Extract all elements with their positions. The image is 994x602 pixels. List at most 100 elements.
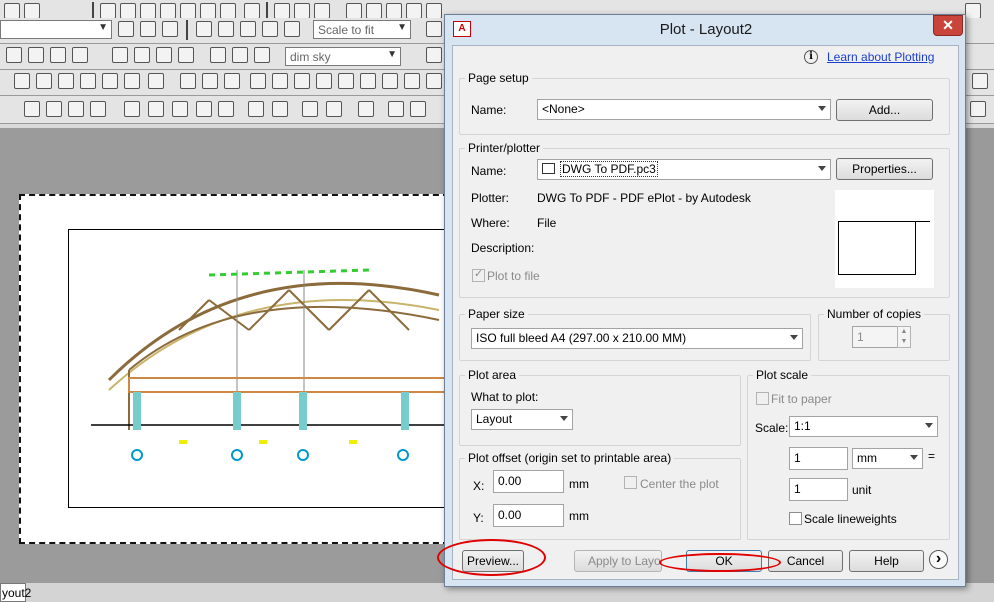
- scale-select[interactable]: 1:1: [789, 416, 938, 437]
- offset-x-input[interactable]: 0.00: [493, 470, 564, 493]
- viewport-poly-icon[interactable]: [240, 21, 256, 37]
- 3d-rotate-icon[interactable]: [302, 101, 318, 117]
- open-icon[interactable]: [120, 3, 136, 19]
- visual-style-combo[interactable]: dim sky ▼: [285, 47, 401, 66]
- 3d-mirror-icon[interactable]: [326, 101, 342, 117]
- dim-update-icon[interactable]: [254, 47, 270, 63]
- jogged-icon[interactable]: [178, 47, 194, 63]
- viewport-frame[interactable]: [68, 229, 448, 508]
- leader-icon[interactable]: [202, 73, 218, 89]
- undo-icon[interactable]: [4, 3, 20, 19]
- add-button[interactable]: Add...: [836, 99, 933, 121]
- apply-to-layout-button[interactable]: Apply to Layout: [574, 550, 662, 572]
- table-icon[interactable]: [272, 73, 288, 89]
- torus-icon[interactable]: [124, 73, 140, 89]
- layer-previous-icon[interactable]: [118, 21, 134, 37]
- plot-to-file-checkbox[interactable]: [472, 267, 485, 282]
- 3d-array-icon[interactable]: [358, 101, 374, 117]
- hatch-icon[interactable]: [388, 101, 404, 117]
- copies-spinner[interactable]: ▲ ▼: [897, 326, 911, 348]
- inspect-icon[interactable]: [156, 47, 172, 63]
- layer-combo[interactable]: ▼: [0, 20, 112, 39]
- plot-icon[interactable]: [346, 3, 362, 19]
- formula-icon[interactable]: [426, 73, 442, 89]
- what-to-plot-select[interactable]: Layout: [471, 409, 573, 430]
- center-plot-checkbox[interactable]: [624, 476, 637, 489]
- publish-icon[interactable]: [386, 3, 402, 19]
- section-icon[interactable]: [218, 101, 234, 117]
- revolve-icon[interactable]: [68, 101, 84, 117]
- help-icon[interactable]: [244, 3, 260, 19]
- 3d-dwf-icon[interactable]: [406, 3, 422, 19]
- cut-icon[interactable]: [426, 3, 442, 19]
- offset-y-input[interactable]: 0.00: [493, 504, 564, 527]
- plot-preview-icon[interactable]: [366, 3, 382, 19]
- viewport-clip-icon[interactable]: [284, 21, 300, 37]
- scale-value1-input[interactable]: 1: [789, 447, 848, 470]
- cylinder-icon[interactable]: [58, 73, 74, 89]
- gradient-icon[interactable]: [410, 101, 426, 117]
- sphere-icon[interactable]: [102, 73, 118, 89]
- solid-3d-icon[interactable]: [24, 101, 40, 117]
- dimension-linear-icon[interactable]: [6, 47, 22, 63]
- toolbar-icon[interactable]: [426, 21, 442, 37]
- toolbar-end-icon[interactable]: [970, 101, 986, 117]
- dimension-icon[interactable]: [180, 73, 196, 89]
- toolbar-icon[interactable]: [426, 47, 442, 63]
- new-icon[interactable]: [100, 3, 116, 19]
- block-icon[interactable]: [294, 73, 310, 89]
- print-icon[interactable]: [160, 3, 176, 19]
- layer-match-icon[interactable]: [162, 21, 178, 37]
- multileader-icon[interactable]: [224, 73, 240, 89]
- learn-about-plotting-link[interactable]: Learn about Plotting: [827, 50, 934, 64]
- toolbar-end-icon[interactable]: [965, 3, 981, 19]
- toolbar-end-icon[interactable]: [972, 73, 988, 89]
- paper-size-select[interactable]: ISO full bleed A4 (297.00 x 210.00 MM): [471, 328, 803, 349]
- subtract-icon[interactable]: [148, 101, 164, 117]
- qsave-icon[interactable]: [314, 3, 330, 19]
- dimension-ordinate-icon[interactable]: [72, 47, 88, 63]
- tolerance-icon[interactable]: [112, 47, 128, 63]
- dimension-aligned-icon[interactable]: [28, 47, 44, 63]
- dim-text-edit-icon[interactable]: [232, 47, 248, 63]
- dim-edit-icon[interactable]: [210, 47, 226, 63]
- field-icon[interactable]: [250, 73, 266, 89]
- attribute-icon[interactable]: [316, 73, 332, 89]
- scale-lineweights-checkbox[interactable]: [789, 512, 802, 525]
- image-icon[interactable]: [382, 73, 398, 89]
- scale-value2-input[interactable]: 1: [789, 478, 848, 501]
- layer-isolate-icon[interactable]: [140, 21, 156, 37]
- fit-to-paper-checkbox[interactable]: [756, 392, 769, 405]
- sweep-icon[interactable]: [90, 101, 106, 117]
- union-icon[interactable]: [124, 101, 140, 117]
- redo-icon[interactable]: [24, 3, 40, 19]
- cone-icon[interactable]: [80, 73, 96, 89]
- save-icon[interactable]: [140, 3, 156, 19]
- scale-combo[interactable]: Scale to fit ▼: [313, 20, 411, 39]
- page-setup-name-select[interactable]: <None>: [537, 99, 831, 120]
- properties-icon[interactable]: [200, 3, 216, 19]
- more-options-button[interactable]: ›: [929, 550, 948, 569]
- align-icon[interactable]: [248, 101, 264, 117]
- tab-layout2[interactable]: yout2: [0, 583, 31, 602]
- close-button[interactable]: ✕: [933, 15, 963, 36]
- viewport-single-icon[interactable]: [218, 21, 234, 37]
- help-button[interactable]: Help: [849, 550, 924, 572]
- insert-icon[interactable]: [338, 73, 354, 89]
- copies-input[interactable]: 1: [852, 326, 898, 348]
- qopen-icon[interactable]: [294, 3, 310, 19]
- intersect-icon[interactable]: [172, 101, 188, 117]
- pyramid-icon[interactable]: [148, 73, 164, 89]
- layers-icon[interactable]: [180, 3, 196, 19]
- extrude-icon[interactable]: [46, 101, 62, 117]
- xref-icon[interactable]: [360, 73, 376, 89]
- center-mark-icon[interactable]: [134, 47, 150, 63]
- wedge-icon[interactable]: [36, 73, 52, 89]
- hyperlink-icon[interactable]: [404, 73, 420, 89]
- printer-name-select[interactable]: DWG To PDF.pc3: [537, 159, 831, 180]
- match-icon[interactable]: [220, 3, 236, 19]
- box-icon[interactable]: [14, 73, 30, 89]
- qnew-icon[interactable]: [274, 3, 290, 19]
- viewport-icon[interactable]: [196, 21, 212, 37]
- 3d-move-icon[interactable]: [272, 101, 288, 117]
